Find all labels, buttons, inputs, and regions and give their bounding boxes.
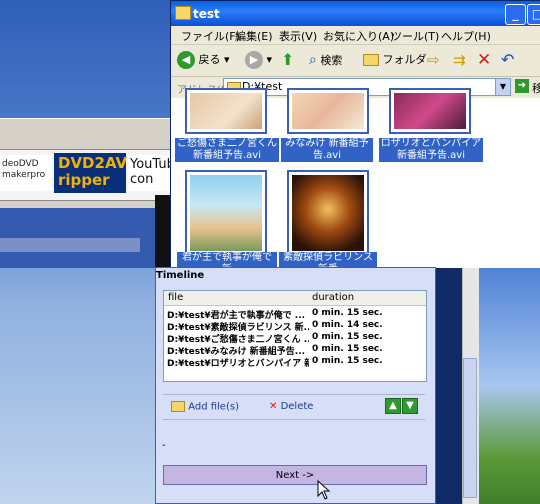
file-label[interactable]: みなみけ 新番組予告.avi [281,138,373,162]
file-thumbnail[interactable] [287,88,369,134]
add-folder-icon [171,401,185,412]
window-title: test [193,7,220,21]
table-row[interactable]: D:¥test¥ロザリオとバンパイア 新... 0 min. 15 sec. [164,356,426,369]
table-row[interactable]: D:¥test¥君が主で執事が俺で ... 0 min. 15 sec. [164,308,426,321]
row-duration: 0 min. 14 sec. [312,320,383,330]
menu-view[interactable]: 表示(V) [279,28,317,44]
delete-file-button[interactable]: ✕ Delete [269,401,313,412]
undo-button[interactable]: ↶ [501,49,514,71]
mouse-cursor-icon [317,480,331,500]
toolbar: ◀ 戻る ▾ ▶ ▾ ⬆ ⌕ 検索 フォルダ ⇨ ⇉ ✕ ↶ [171,44,540,77]
status-text: - [162,440,166,451]
background-app-panel [0,208,172,268]
move-to-icon: ⇨ [427,51,440,69]
delete-x-icon: ✕ [269,401,278,412]
search-label: 検索 [320,54,343,67]
youtube-converter-logo: YouTub con [128,155,175,191]
menu-bar: ファイル(F) 編集(E) 表示(V) お気に入り(A) ツール(T) ヘルプ(… [171,26,540,45]
move-to-button[interactable]: ⇨ [427,49,440,71]
title-bar[interactable]: test _ □ [171,1,540,26]
menu-favorites[interactable]: お気に入り(A) [323,28,394,44]
back-button[interactable]: ◀ 戻る ▾ [177,49,230,71]
up-folder-button[interactable]: ⬆ [281,49,294,71]
file-label[interactable]: 素敵探偵ラビリンス 新番 [279,252,377,268]
back-label: 戻る [198,53,221,66]
file-thumbnail[interactable] [389,88,471,134]
delete-label: Delete [280,401,314,412]
thumbnail-image [190,93,262,129]
forward-button[interactable]: ▶ ▾ [245,49,272,71]
table-row[interactable]: D:¥test¥素敵探偵ラビリンス 新... 0 min. 14 sec. [164,320,426,333]
row-file: D:¥test¥ロザリオとバンパイア 新... [167,359,309,369]
timeline-title: Timeline [156,270,205,281]
file-label[interactable]: ご愁傷さま二ノ宮くん 新番組予告.avi [175,138,279,162]
column-header-file[interactable]: file [168,292,183,303]
thumbnail-image [394,93,466,129]
back-arrow-icon: ◀ [177,51,195,69]
column-header-duration[interactable]: duration [312,292,354,303]
scrollbar-thumb[interactable] [463,358,477,498]
explorer-window: test _ □ ファイル(F) 編集(E) 表示(V) お気に入り(A) ツー… [170,0,540,268]
desktop-wallpaper [478,268,540,504]
timeline-panel: Timeline file duration D:¥test¥君が主で執事が俺で… [155,267,436,504]
file-thumbnail[interactable] [185,88,267,134]
delete-button[interactable]: ✕ [477,49,491,71]
menu-help[interactable]: ヘルプ(H) [441,28,491,44]
file-label[interactable]: ロザリオとバンパイア 新番組予告.avi [379,138,483,162]
minimize-button[interactable]: _ [505,4,526,25]
dvd2avi-ripper-logo: DVD2AV ripper [54,153,127,193]
timeline-actions: Add file(s) ✕ Delete ▲ ▼ [163,394,425,420]
move-up-button[interactable]: ▲ [385,398,401,414]
row-duration: 0 min. 15 sec. [312,332,383,342]
videodvd-maker-logo: deoDVD makerpro [0,155,52,191]
file-thumbnail[interactable] [287,170,369,256]
file-thumbnail[interactable] [185,170,267,256]
folders-label: フォルダ [382,53,427,66]
forward-arrow-icon: ▶ [245,51,263,69]
search-icon: ⌕ [309,52,317,68]
folders-button[interactable]: フォルダ [363,49,427,71]
thumbnail-image [190,175,262,251]
timeline-file-list[interactable]: file duration D:¥test¥君が主で執事が俺で ... 0 mi… [163,290,427,382]
address-dropdown-arrow[interactable]: ▼ [495,79,510,95]
file-view: ご愁傷さま二ノ宮くん 新番組予告.avi みなみけ 新番組予告.avi ロザリオ… [171,88,540,268]
go-label[interactable]: 移 [532,80,540,96]
row-duration: 0 min. 15 sec. [312,308,383,318]
maximize-button[interactable]: □ [527,4,540,25]
up-folder-icon: ⬆ [281,50,295,69]
go-arrow-icon[interactable]: ➜ [515,79,529,93]
table-row[interactable]: D:¥test¥みなみけ 新番組予告... 0 min. 15 sec. [164,344,426,357]
next-button[interactable]: Next -> [163,465,427,485]
background-app-window: deoDVD makerpro DVD2AV ripper YouTub con [0,118,175,209]
menu-tools[interactable]: ツール(T) [391,28,439,44]
undo-icon: ↶ [501,50,515,69]
table-row[interactable]: D:¥test¥ご愁傷さま二ノ宮くん ... 0 min. 15 sec. [164,332,426,345]
background-window-strip [436,268,462,504]
menu-file[interactable]: ファイル(F) [181,28,240,44]
menu-edit[interactable]: 編集(E) [235,28,273,44]
search-button[interactable]: ⌕ 検索 [309,49,342,71]
add-files-label: Add file(s) [188,401,239,413]
file-label[interactable]: 君が主で執事が俺で 新 [177,252,277,268]
thumbnail-image [292,175,364,251]
list-header: file duration [164,291,426,306]
thumbnail-image [292,93,364,129]
arrow-up-icon: ▲ [389,400,397,411]
background-progress-bar [0,238,140,252]
add-files-button[interactable]: Add file(s) [171,401,239,413]
folders-icon [363,54,379,66]
row-duration: 0 min. 15 sec. [312,344,383,354]
copy-to-button[interactable]: ⇉ [453,49,466,71]
row-duration: 0 min. 15 sec. [312,356,383,366]
move-down-button[interactable]: ▼ [402,398,418,414]
copy-to-icon: ⇉ [453,51,466,69]
folder-icon [175,6,191,20]
delete-x-icon: ✕ [477,50,492,70]
arrow-down-icon: ▼ [406,400,414,411]
